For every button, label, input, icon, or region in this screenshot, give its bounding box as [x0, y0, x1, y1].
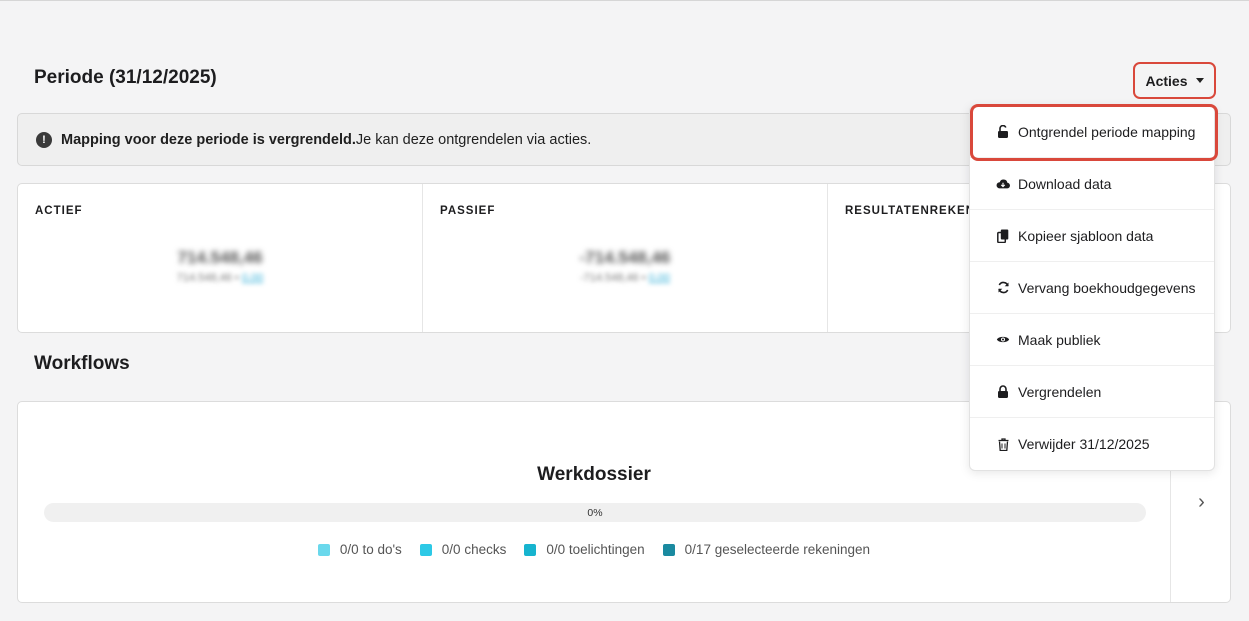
- menu-item-kopieer[interactable]: Kopieer sjabloon data: [970, 210, 1214, 262]
- progress-bar: 0%: [44, 503, 1146, 522]
- menu-item-vergrendelen[interactable]: Vergrendelen: [970, 366, 1214, 418]
- legend-item-checks: 0/0 checks: [419, 542, 507, 557]
- stat-sub-link[interactable]: 0,00: [242, 272, 263, 284]
- acties-dropdown-menu: Ontgrendel periode mapping Download data…: [969, 105, 1215, 471]
- trash-icon: [996, 437, 1010, 451]
- alert-text: Mapping voor deze periode is vergrendeld…: [61, 132, 591, 148]
- menu-item-label: Maak publiek: [1018, 331, 1101, 348]
- unlock-icon: [996, 125, 1010, 138]
- legend-swatch: [662, 543, 675, 556]
- alert-bold-text: Mapping voor deze periode is vergrendeld…: [61, 131, 356, 148]
- menu-item-verwijder[interactable]: Verwijder 31/12/2025: [970, 418, 1214, 470]
- stat-sub-text: -714.548,46 •: [579, 272, 646, 284]
- menu-item-label: Vergrendelen: [1018, 383, 1102, 400]
- stat-label: PASSIEF: [440, 205, 496, 217]
- legend-item-toelichtingen: 0/0 toelichtingen: [524, 542, 645, 557]
- cloud-download-icon: [996, 178, 1010, 190]
- stat-sub-text: 714.548,46 •: [176, 272, 239, 284]
- eye-icon: [996, 334, 1010, 345]
- legend-label: 0/0 checks: [441, 542, 507, 557]
- legend-swatch: [524, 543, 537, 556]
- acties-label: Acties: [1145, 72, 1188, 89]
- menu-item-vervang[interactable]: Vervang boekhoudgegevens: [970, 262, 1214, 314]
- lock-icon: [996, 385, 1010, 398]
- menu-item-ontgrendel[interactable]: Ontgrendel periode mapping: [970, 106, 1214, 158]
- menu-item-label: Verwijder 31/12/2025: [1018, 436, 1150, 452]
- stat-sub: 714.548,46 • 0,00: [18, 272, 422, 284]
- menu-item-maak-publiek[interactable]: Maak publiek: [970, 314, 1214, 366]
- stat-sub: -714.548,46 • 0,00: [423, 272, 827, 284]
- progress-label: 0%: [587, 506, 603, 519]
- legend-item-rekeningen: 0/17 geselecteerde rekeningen: [662, 542, 871, 557]
- exclamation-icon: !: [36, 131, 52, 148]
- menu-item-label: Download data: [1018, 175, 1112, 192]
- legend-swatch: [419, 543, 432, 556]
- legend-label: 0/0 to do's: [339, 542, 402, 557]
- stat-label: RESULTATENREKENI: [845, 205, 980, 217]
- sync-icon: [996, 281, 1010, 294]
- workflow-legend: 0/0 to do's 0/0 checks 0/0 toelichtingen…: [18, 542, 1170, 557]
- workflows-title: Workflows: [34, 353, 130, 374]
- menu-item-label: Kopieer sjabloon data: [1018, 227, 1154, 244]
- legend-label: 0/0 toelichtingen: [546, 542, 645, 557]
- acties-button[interactable]: Acties: [1133, 62, 1216, 99]
- stat-sub-link[interactable]: 0,00: [649, 272, 670, 284]
- menu-item-label: Ontgrendel periode mapping: [1018, 123, 1196, 140]
- caret-down-icon: [1195, 78, 1204, 83]
- legend-swatch: [317, 543, 330, 556]
- stat-passief: PASSIEF -714.548,46 -714.548,46 • 0,00: [423, 184, 828, 332]
- copy-icon: [996, 229, 1010, 243]
- page: Periode (31/12/2025) Acties ! Mapping vo…: [0, 0, 1249, 621]
- legend-label: 0/17 geselecteerde rekeningen: [684, 542, 871, 557]
- page-title: Periode (31/12/2025): [34, 67, 217, 88]
- menu-item-download[interactable]: Download data: [970, 158, 1214, 210]
- alert-body-text: Je kan deze ontgrendelen via acties.: [355, 131, 592, 148]
- stat-actief: ACTIEF 714.548,46 714.548,46 • 0,00: [18, 184, 423, 332]
- stat-value: -714.548,46: [579, 248, 671, 267]
- legend-item-todos: 0/0 to do's: [317, 542, 402, 557]
- stat-label: ACTIEF: [35, 205, 83, 217]
- menu-item-label: Vervang boekhoudgegevens: [1018, 279, 1196, 296]
- stat-value: 714.548,46: [177, 248, 263, 267]
